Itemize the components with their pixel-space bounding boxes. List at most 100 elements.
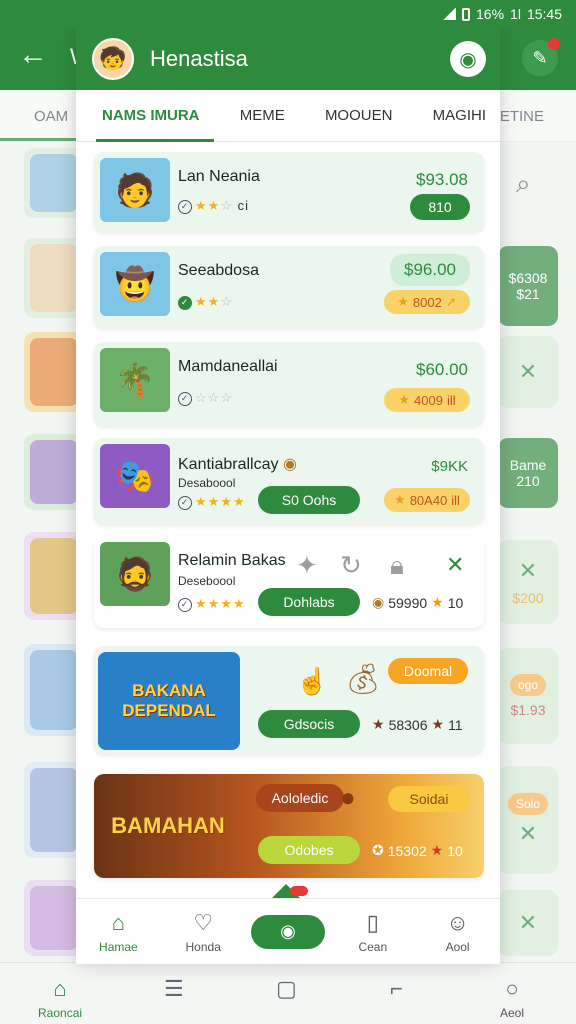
game-price: $9KK [431, 458, 468, 475]
game-thumbnail: 🎭 [100, 444, 170, 508]
square-icon: ▢ [276, 976, 297, 1001]
refresh-icon[interactable]: ↻ [340, 550, 362, 581]
game-thumbnail: 🌴 [100, 348, 170, 412]
game-price: $93.08 [416, 170, 468, 189]
notification-dot [548, 38, 560, 50]
rating: ✓ ★★★★ [178, 596, 246, 612]
check-icon: ✓ [178, 495, 192, 510]
home-icon: ⌂ [53, 976, 67, 1001]
buy-button[interactable]: 810 [410, 194, 470, 220]
status-bar: 16% 1l 15:45 [0, 0, 576, 28]
background-nav-back[interactable]: ⌐ [390, 976, 403, 1002]
check-icon: ✓ [178, 199, 192, 214]
game-name: Lan Neania [178, 168, 260, 185]
game-name: Seeabdosa [178, 262, 259, 279]
puzzle-icon[interactable]: ✦ [296, 550, 318, 581]
bottom-nav: ⌂ Hamae ♡ Honda ◉ ▯ Cean ☺ Aool [76, 898, 500, 964]
tab-magihi[interactable]: MAGIHI [433, 107, 486, 124]
list-item[interactable]: 🤠 Seeabdosa ✓ ★★☆ $96.00 ★ 8002 ➚ [94, 246, 484, 328]
page-title: Henastisa [150, 46, 248, 71]
lock-icon[interactable]: 🔒︎ [390, 550, 404, 582]
coin-icon: ◉ [282, 456, 297, 473]
check-icon: ✓ [178, 597, 192, 612]
background-nav-profile[interactable]: ○ Aeol [500, 976, 524, 1020]
play-button[interactable]: S0 Oohs [258, 486, 360, 514]
badge-icon: ♡ [193, 909, 214, 935]
game-name: Kantiabrallcay ◉ [178, 456, 297, 473]
active-tab-indicator [96, 139, 214, 142]
list-item[interactable]: 🎭 Kantiabrallcay ◉ Desaboool ✓ ★★★★ $9KK … [94, 438, 484, 524]
list-item[interactable]: 🧔 Relamin Bakas Deseboool ✓ ★★★★ ✦ ↻ 🔒︎ ✕… [94, 536, 484, 628]
signal-text: 1l [510, 6, 521, 22]
avatar[interactable]: 🧒 [92, 38, 134, 80]
close-icon[interactable]: ✕ [446, 552, 464, 578]
menu-icon: ☰ [164, 976, 184, 1001]
coin-badge[interactable]: ★ 80A40 ill [384, 488, 470, 512]
game-thumbnail: 🤠 [100, 252, 170, 316]
money-bag-icon: ● [340, 782, 356, 812]
rating: ✓ ★★★★ [178, 494, 246, 510]
game-subtitle: Desaboool [178, 476, 236, 490]
game-name: Relamin Bakas [178, 552, 286, 569]
back-arrow-icon[interactable]: ← [18, 40, 48, 70]
details-button[interactable]: Dohlabs [258, 588, 360, 616]
nav-profile[interactable]: ☺ Aool [423, 910, 493, 954]
camera-icon[interactable]: ◉ [450, 41, 486, 77]
game-price: $96.00 [390, 254, 470, 286]
offer-badge[interactable]: Doomal [388, 658, 468, 684]
game-subtitle: Deseboool [178, 574, 236, 588]
banner-image: BAKANA DEPENDAL [98, 652, 240, 750]
list-item[interactable]: 🧑 Lan Neania ✓ ★★☆ ci $93.08 810 [94, 152, 484, 232]
battery-icon [462, 7, 471, 21]
promo-banner[interactable]: BAMAHAN Aololedic ● Soidai Odobes ✪ 15302… [94, 774, 484, 878]
wifi-icon [442, 8, 457, 20]
modal-header: 🧒 Henastisa ◉ [76, 28, 500, 90]
battery-percent: 16% [476, 6, 505, 22]
background-nav-menu[interactable]: ☰ [164, 976, 184, 1002]
clock: 15:45 [526, 6, 562, 22]
coin-badge[interactable]: ★ 8002 ➚ [384, 290, 470, 314]
person-icon: ☺ [446, 909, 469, 935]
home-icon: ⌂ [111, 909, 126, 935]
clipboard-icon: ▯ [366, 909, 379, 935]
coin-count: ◉ 59990 ★ 10 [372, 594, 464, 611]
tab-moouen[interactable]: MOOUEN [325, 107, 393, 124]
nav-center[interactable]: ◉ [250, 914, 325, 949]
game-price: $60.00 [416, 360, 468, 379]
details-button[interactable]: Odobes [258, 836, 360, 864]
game-name: Mamdaneallai [178, 358, 278, 375]
nav-home[interactable]: ⌂ Hamae [83, 910, 153, 954]
promo-banner[interactable]: BAKANA DEPENDAL ☝ 💰︎ Doomal Gdsocis ★ 583… [94, 646, 484, 754]
background-nav-square[interactable]: ▢ [276, 976, 297, 1002]
nav-cean[interactable]: ▯ Cean [338, 910, 408, 954]
coin-badge[interactable]: ★ 4009 ill [384, 388, 470, 412]
coin-icon: ◉ [372, 594, 385, 610]
details-button[interactable]: Gdsocis [258, 710, 360, 738]
nav-honda[interactable]: ♡ Honda [168, 910, 238, 954]
offer-pill[interactable]: Aololedic [256, 784, 344, 812]
game-thumbnail: 🧔 [100, 542, 170, 606]
game-thumbnail: 🧑 [100, 158, 170, 222]
game-store-modal: 🧒 Henastisa ◉ NAMS IMURA MEME MOOUEN MAG… [76, 28, 500, 964]
notification-dot [290, 886, 308, 896]
pen-icon[interactable]: ✎ [522, 38, 560, 76]
star-icon: ★ [372, 716, 385, 732]
check-icon: ✓ [178, 391, 192, 406]
tab-meme[interactable]: MEME [240, 107, 285, 124]
tab-nams-imura[interactable]: NAMS IMURA [102, 107, 200, 124]
rating: ✓ ☆☆☆ [178, 390, 233, 406]
check-icon: ✓ [178, 295, 192, 310]
money-bag-icon: 💰︎ [344, 663, 383, 696]
star-icon: ★ [431, 594, 444, 610]
tab-bar: NAMS IMURA MEME MOOUEN MAGIHI [76, 90, 500, 142]
banner-image: BAMAHAN [111, 813, 225, 838]
coin-icon[interactable]: ◉ [250, 914, 325, 949]
thumb-icon[interactable]: ☝ [296, 666, 328, 697]
coin-count: ✪ 15302 ★ 10 [372, 842, 463, 859]
circle-icon: ○ [505, 976, 519, 1001]
rating: ✓ ★★☆ ci [178, 198, 249, 214]
list-item[interactable]: 🌴 Mamdaneallai ✓ ☆☆☆ $60.00 ★ 4009 ill [94, 342, 484, 426]
offer-badge[interactable]: Soidai [388, 786, 470, 812]
background-nav-home[interactable]: ⌂ Raoncai [38, 976, 82, 1020]
coin-count: ★ 58306 ★ 11 [372, 716, 463, 733]
